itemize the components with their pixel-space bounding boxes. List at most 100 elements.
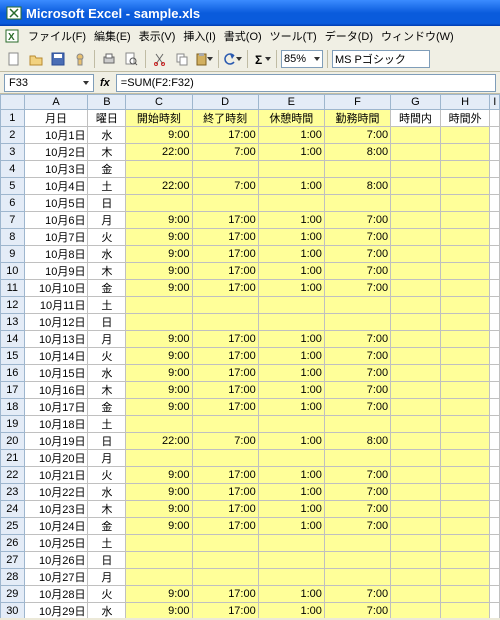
cell[interactable]: 10月7日 <box>24 229 88 246</box>
cell[interactable]: 土 <box>88 297 126 314</box>
cut-button[interactable] <box>150 49 170 69</box>
cell[interactable]: 10月18日 <box>24 416 88 433</box>
cell[interactable]: 水 <box>88 246 126 263</box>
cell[interactable]: 7:00 <box>324 212 390 229</box>
row-header[interactable]: 15 <box>1 348 25 365</box>
cell[interactable] <box>440 280 490 297</box>
cell[interactable]: 1:00 <box>258 127 324 144</box>
cell[interactable]: 1:00 <box>258 229 324 246</box>
menu-insert[interactable]: 挿入(I) <box>183 28 215 44</box>
cell[interactable]: 10月10日 <box>24 280 88 297</box>
cell[interactable]: 7:00 <box>324 501 390 518</box>
cell[interactable] <box>490 433 500 450</box>
cell[interactable]: 9:00 <box>126 348 192 365</box>
cell[interactable]: 1:00 <box>258 603 324 619</box>
cell[interactable] <box>324 535 390 552</box>
cell[interactable] <box>490 501 500 518</box>
cell[interactable]: 時間内 <box>391 110 441 127</box>
cell[interactable]: 7:00 <box>324 280 390 297</box>
cell[interactable] <box>192 552 258 569</box>
cell[interactable] <box>440 127 490 144</box>
col-header-A[interactable]: A <box>24 95 88 110</box>
cell[interactable]: 月 <box>88 569 126 586</box>
cell[interactable] <box>391 399 441 416</box>
cell[interactable] <box>192 535 258 552</box>
cell[interactable] <box>490 535 500 552</box>
cell[interactable]: 7:00 <box>192 144 258 161</box>
cell[interactable]: 1:00 <box>258 467 324 484</box>
cell[interactable]: 金 <box>88 518 126 535</box>
cell[interactable] <box>324 314 390 331</box>
cell[interactable] <box>490 484 500 501</box>
cell[interactable]: 10月3日 <box>24 161 88 178</box>
cell[interactable] <box>440 416 490 433</box>
cell[interactable] <box>192 416 258 433</box>
cell[interactable]: 7:00 <box>324 263 390 280</box>
cell[interactable]: 7:00 <box>324 518 390 535</box>
print-button[interactable] <box>99 49 119 69</box>
cell[interactable]: 7:00 <box>324 246 390 263</box>
cell[interactable]: 17:00 <box>192 382 258 399</box>
cell[interactable]: 10月8日 <box>24 246 88 263</box>
row-header[interactable]: 20 <box>1 433 25 450</box>
cell[interactable]: 17:00 <box>192 365 258 382</box>
cell[interactable]: 10月6日 <box>24 212 88 229</box>
cell[interactable]: 月 <box>88 450 126 467</box>
cell[interactable]: 17:00 <box>192 263 258 280</box>
cell[interactable] <box>391 382 441 399</box>
cell[interactable]: 7:00 <box>324 229 390 246</box>
cell[interactable] <box>440 433 490 450</box>
cell[interactable] <box>440 229 490 246</box>
row-header[interactable]: 10 <box>1 263 25 280</box>
cell[interactable]: 7:00 <box>192 433 258 450</box>
cell[interactable]: 7:00 <box>324 399 390 416</box>
row-header[interactable]: 22 <box>1 467 25 484</box>
cell[interactable]: 月日 <box>24 110 88 127</box>
new-button[interactable] <box>4 49 24 69</box>
row-header[interactable]: 28 <box>1 569 25 586</box>
cell[interactable] <box>324 416 390 433</box>
cell[interactable]: 1:00 <box>258 348 324 365</box>
cell[interactable]: 1:00 <box>258 331 324 348</box>
cell[interactable] <box>490 144 500 161</box>
cell[interactable]: 17:00 <box>192 467 258 484</box>
cell[interactable]: 7:00 <box>324 127 390 144</box>
cell[interactable] <box>440 586 490 603</box>
cell[interactable] <box>391 212 441 229</box>
cell[interactable]: 木 <box>88 144 126 161</box>
cell[interactable]: 月 <box>88 331 126 348</box>
cell[interactable]: 7:00 <box>324 382 390 399</box>
font-select[interactable]: MS Pゴシック <box>332 50 430 68</box>
cell[interactable]: 1:00 <box>258 144 324 161</box>
cell[interactable] <box>258 297 324 314</box>
col-header-I[interactable]: I <box>490 95 500 110</box>
cell[interactable]: 10月28日 <box>24 586 88 603</box>
cell[interactable] <box>391 552 441 569</box>
cell[interactable]: 9:00 <box>126 331 192 348</box>
cell[interactable] <box>440 178 490 195</box>
cell[interactable]: 金 <box>88 161 126 178</box>
cell[interactable]: 10月20日 <box>24 450 88 467</box>
row-header[interactable]: 3 <box>1 144 25 161</box>
cell[interactable] <box>126 314 192 331</box>
cell[interactable]: 木 <box>88 501 126 518</box>
row-header[interactable]: 27 <box>1 552 25 569</box>
cell[interactable] <box>490 195 500 212</box>
cell[interactable] <box>440 365 490 382</box>
cell[interactable]: 9:00 <box>126 212 192 229</box>
cell[interactable] <box>440 569 490 586</box>
cell[interactable] <box>440 297 490 314</box>
save-button[interactable] <box>48 49 68 69</box>
cell[interactable]: 9:00 <box>126 586 192 603</box>
cell[interactable]: 水 <box>88 484 126 501</box>
cell[interactable] <box>440 144 490 161</box>
cell[interactable]: 9:00 <box>126 467 192 484</box>
cell[interactable]: 10月19日 <box>24 433 88 450</box>
cell[interactable] <box>490 467 500 484</box>
cell[interactable] <box>391 433 441 450</box>
cell[interactable]: 9:00 <box>126 263 192 280</box>
cell[interactable]: 10月11日 <box>24 297 88 314</box>
cell[interactable]: 9:00 <box>126 603 192 619</box>
row-header[interactable]: 7 <box>1 212 25 229</box>
cell[interactable] <box>490 246 500 263</box>
